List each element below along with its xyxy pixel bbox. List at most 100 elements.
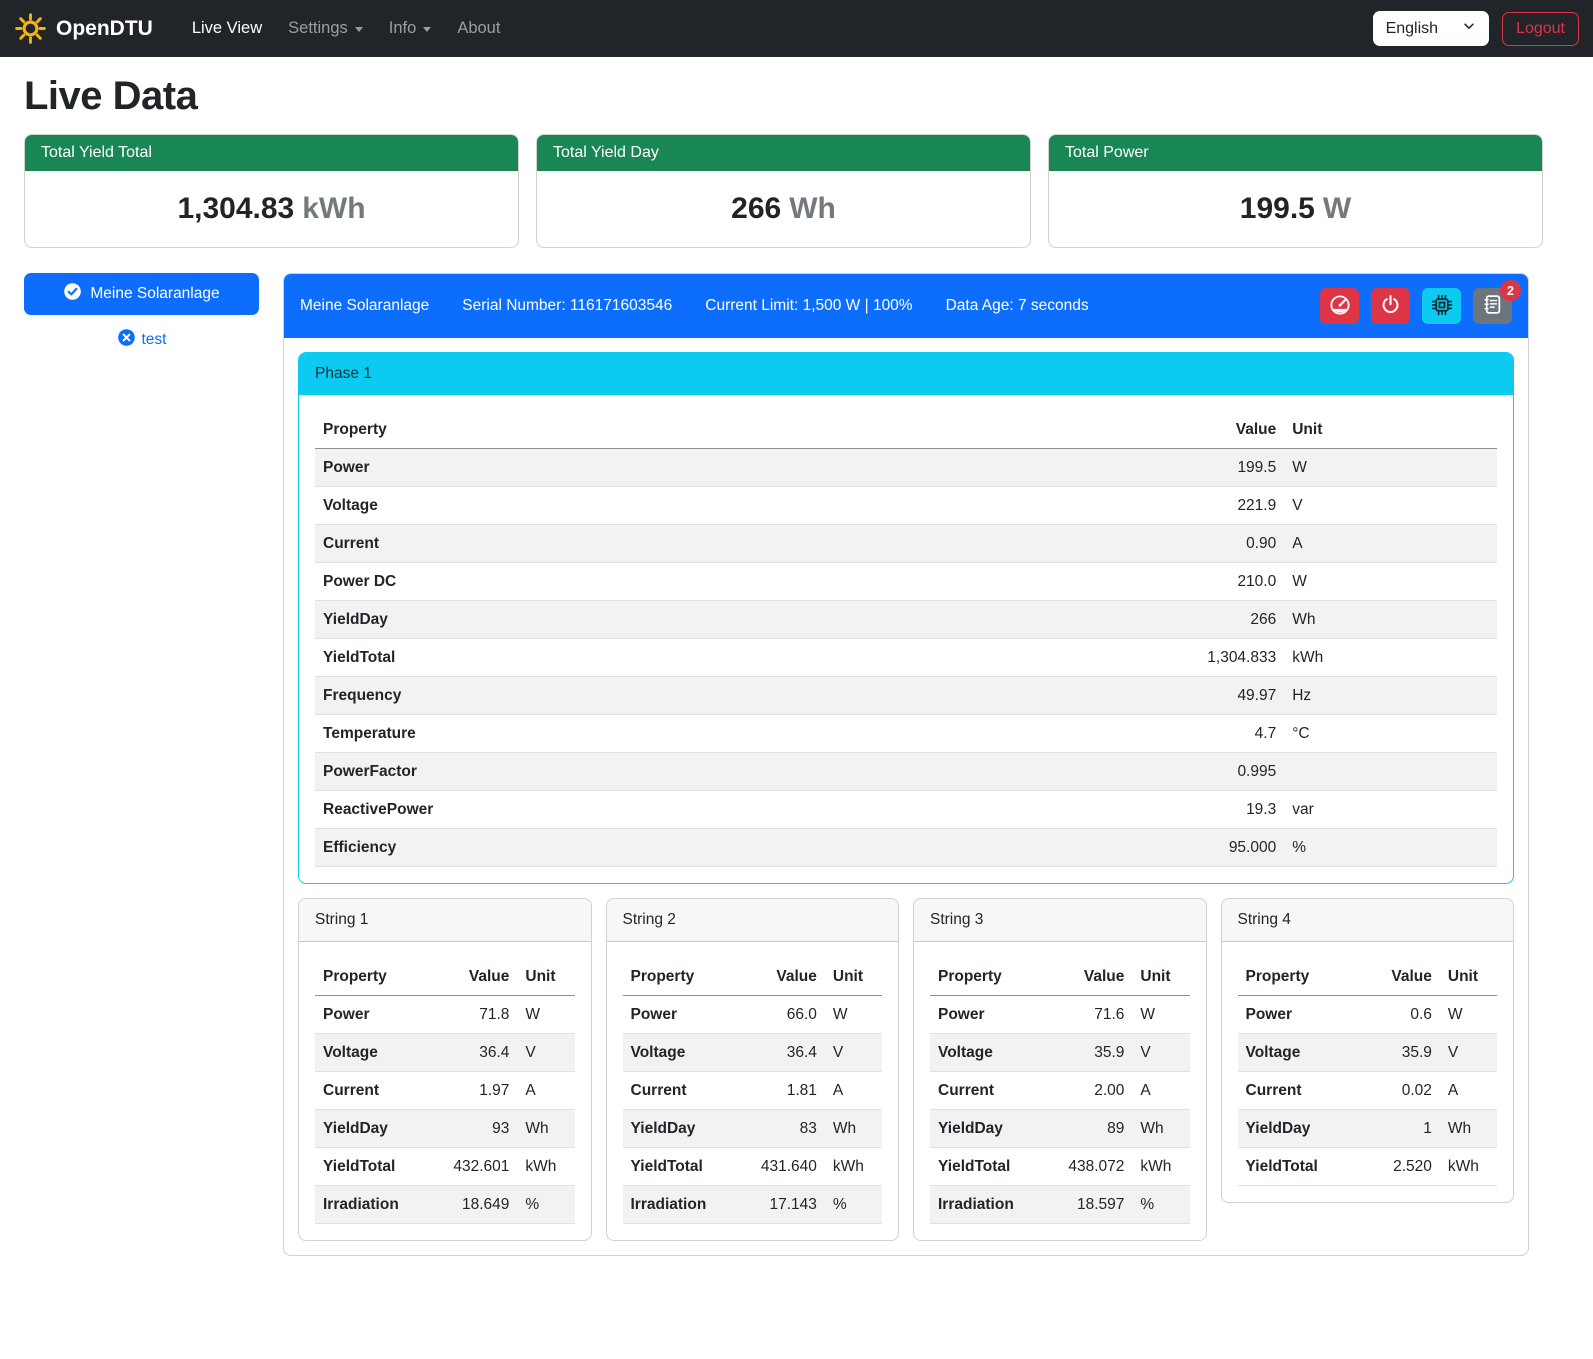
- unit-cell: [1284, 753, 1497, 791]
- table-row: Efficiency 95.000 %: [315, 829, 1497, 867]
- string-4-card: String 4 Property Value Unit: [1221, 898, 1515, 1203]
- total-yield-total-card: Total Yield Total 1,304.83kWh: [24, 134, 519, 248]
- table-row: YieldDay 266 Wh: [315, 601, 1497, 639]
- property-cell: Voltage: [315, 1034, 440, 1072]
- table-row: Irradiation 17.143 %: [623, 1186, 883, 1224]
- logout-button[interactable]: Logout: [1502, 12, 1579, 46]
- nav-item-live-view[interactable]: Live View: [179, 11, 275, 46]
- unit-cell: Wh: [1440, 1110, 1497, 1148]
- value-cell: 71.8: [440, 996, 518, 1034]
- col-property: Property: [930, 958, 1055, 996]
- unit-cell: V: [1440, 1034, 1497, 1072]
- unit-cell: W: [1132, 996, 1189, 1034]
- journal-text-icon: [1482, 294, 1503, 318]
- table-row: Voltage 35.9 V: [1238, 1034, 1498, 1072]
- property-cell: Current: [315, 1072, 440, 1110]
- property-cell: YieldDay: [1238, 1110, 1363, 1148]
- property-cell: Irradiation: [623, 1186, 748, 1224]
- unit-cell: W: [1440, 996, 1497, 1034]
- nav-item-info[interactable]: Info: [376, 11, 445, 46]
- summary-cards: Total Yield Total 1,304.83kWh Total Yiel…: [24, 134, 1543, 248]
- main-content: Live Data Total Yield Total 1,304.83kWh …: [0, 74, 1593, 1264]
- property-cell: Voltage: [623, 1034, 748, 1072]
- col-unit: Unit: [1284, 411, 1497, 449]
- device-info-button[interactable]: [1422, 288, 1461, 324]
- value-cell: 210.0: [1095, 563, 1284, 601]
- value-cell: 2.520: [1362, 1148, 1440, 1186]
- table-row: Irradiation 18.649 %: [315, 1186, 575, 1224]
- property-cell: Frequency: [315, 677, 1095, 715]
- unit-cell: %: [825, 1186, 882, 1224]
- limit-settings-button[interactable]: [1320, 288, 1359, 324]
- nav-item-settings[interactable]: Settings: [275, 11, 376, 46]
- property-cell: YieldTotal: [1238, 1148, 1363, 1186]
- phase-1-title: Phase 1: [299, 353, 1513, 395]
- table-header-row: Property Value Unit: [930, 958, 1190, 996]
- property-cell: Efficiency: [315, 829, 1095, 867]
- speedometer-icon: [1329, 294, 1351, 319]
- string-1-card: String 1 Property Value Unit: [298, 898, 592, 1241]
- total-power-unit: W: [1323, 192, 1351, 225]
- property-cell: Voltage: [930, 1034, 1055, 1072]
- table-row: YieldDay 1 Wh: [1238, 1110, 1498, 1148]
- unit-cell: Hz: [1284, 677, 1497, 715]
- table-row: Voltage 36.4 V: [315, 1034, 575, 1072]
- value-cell: 0.90: [1095, 525, 1284, 563]
- unit-cell: kWh: [517, 1148, 574, 1186]
- table-row: PowerFactor 0.995: [315, 753, 1497, 791]
- value-cell: 35.9: [1362, 1034, 1440, 1072]
- event-log-button[interactable]: 2: [1473, 288, 1512, 324]
- unit-cell: %: [1132, 1186, 1189, 1224]
- table-row: Voltage 35.9 V: [930, 1034, 1190, 1072]
- table-row: Temperature 4.7 °C: [315, 715, 1497, 753]
- unit-cell: W: [825, 996, 882, 1034]
- value-cell: 221.9: [1095, 487, 1284, 525]
- inverter-limit: Current Limit: 1,500 W | 100%: [705, 297, 912, 315]
- check-circle-icon: [63, 282, 82, 306]
- unit-cell: var: [1284, 791, 1497, 829]
- property-cell: Power: [1238, 996, 1363, 1034]
- page-title: Live Data: [24, 74, 1543, 119]
- power-button[interactable]: [1371, 288, 1410, 324]
- property-cell: Voltage: [1238, 1034, 1363, 1072]
- table-row: Power 0.6 W: [1238, 996, 1498, 1034]
- language-select[interactable]: English: [1373, 11, 1489, 46]
- total-yield-day-card: Total Yield Day 266Wh: [536, 134, 1031, 248]
- value-cell: 0.6: [1362, 996, 1440, 1034]
- card-title: Total Yield Day: [537, 135, 1030, 171]
- unit-cell: kWh: [1284, 639, 1497, 677]
- inverter-list-sidebar: Meine Solaranlage test: [24, 273, 259, 352]
- unit-cell: Wh: [1132, 1110, 1189, 1148]
- total-power-value: 199.5: [1240, 192, 1315, 225]
- unit-cell: °C: [1284, 715, 1497, 753]
- value-cell: 93: [440, 1110, 518, 1148]
- table-row: Irradiation 18.597 %: [930, 1186, 1190, 1224]
- inverter-serial: Serial Number: 116171603546: [462, 297, 672, 315]
- property-cell: YieldTotal: [930, 1148, 1055, 1186]
- table-row: YieldTotal 432.601 kWh: [315, 1148, 575, 1186]
- unit-cell: kWh: [1132, 1148, 1189, 1186]
- col-value: Value: [440, 958, 518, 996]
- power-icon: [1380, 294, 1401, 318]
- inverter-toolbar: 2: [1320, 288, 1512, 324]
- table-row: Power 199.5 W: [315, 449, 1497, 487]
- total-yield-day-unit: Wh: [789, 192, 836, 225]
- value-cell: 71.6: [1055, 996, 1133, 1034]
- unit-cell: A: [517, 1072, 574, 1110]
- unit-cell: Wh: [1284, 601, 1497, 639]
- unit-cell: A: [1132, 1072, 1189, 1110]
- strings-row: String 1 Property Value Unit: [298, 898, 1514, 1241]
- unit-cell: W: [1284, 563, 1497, 601]
- unit-cell: W: [1284, 449, 1497, 487]
- unit-cell: %: [1284, 829, 1497, 867]
- nav-item-about[interactable]: About: [444, 11, 513, 46]
- sidebar-item-selected-inverter[interactable]: Meine Solaranlage: [24, 273, 259, 315]
- col-unit: Unit: [1132, 958, 1189, 996]
- unit-cell: A: [825, 1072, 882, 1110]
- property-cell: Power DC: [315, 563, 1095, 601]
- sidebar-item-test-inverter[interactable]: test: [24, 328, 259, 352]
- brand-link[interactable]: OpenDTU: [14, 12, 153, 45]
- table-row: Frequency 49.97 Hz: [315, 677, 1497, 715]
- inverter-card: Meine Solaranlage Serial Number: 1161716…: [283, 273, 1529, 1256]
- col-property: Property: [623, 958, 748, 996]
